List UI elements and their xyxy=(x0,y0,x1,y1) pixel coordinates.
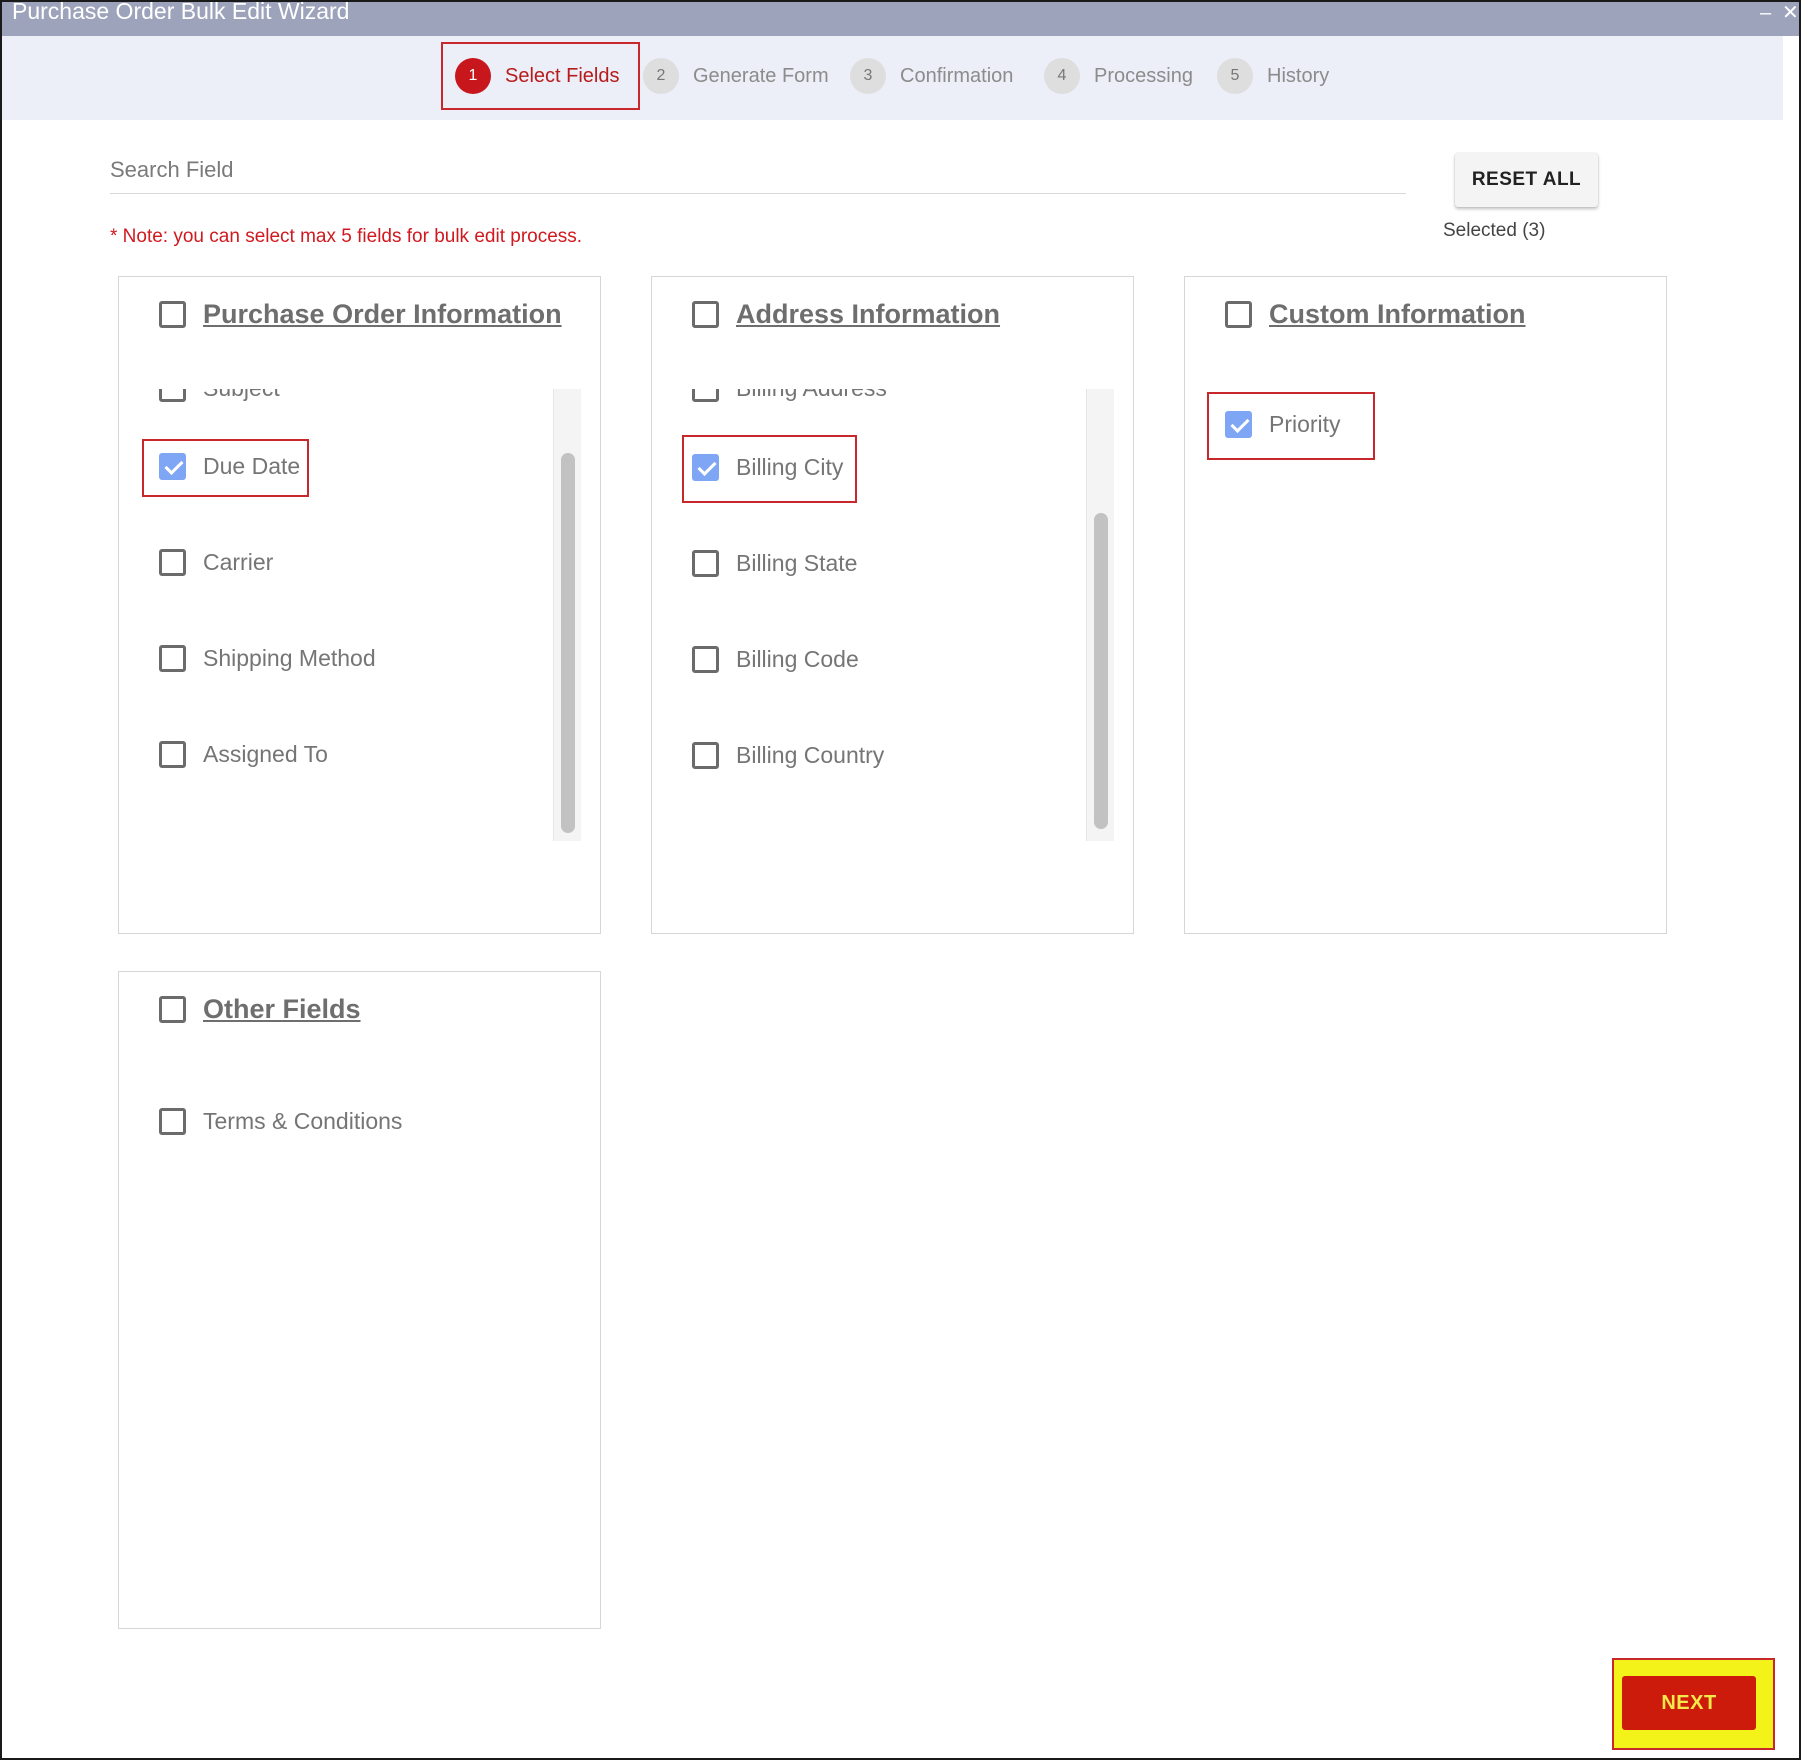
step-label: Processing xyxy=(1094,64,1193,87)
section-title[interactable]: Custom Information xyxy=(1269,299,1526,330)
window-title: Purchase Order Bulk Edit Wizard xyxy=(12,0,350,24)
title-bar: Purchase Order Bulk Edit Wizard – ✕ xyxy=(2,2,1799,36)
field-item-subject[interactable]: Subject xyxy=(159,389,280,402)
field-list: Priority xyxy=(1185,389,1666,841)
section-header: Custom Information xyxy=(1225,299,1526,330)
step-number: 3 xyxy=(850,58,886,94)
field-checkbox[interactable] xyxy=(692,550,719,577)
section-header: Other Fields xyxy=(159,994,361,1025)
section-title[interactable]: Address Information xyxy=(736,299,1000,330)
field-label: Billing Address xyxy=(736,389,887,402)
reset-all-button[interactable]: RESET ALL xyxy=(1455,153,1598,207)
step-history[interactable]: 5 History xyxy=(1217,42,1329,110)
step-processing[interactable]: 4 Processing xyxy=(1044,42,1193,110)
field-checkbox[interactable] xyxy=(159,741,186,768)
step-confirmation[interactable]: 3 Confirmation xyxy=(850,42,1013,110)
field-checkbox[interactable] xyxy=(692,742,719,769)
field-checkbox[interactable] xyxy=(692,389,719,402)
step-number: 1 xyxy=(455,58,491,94)
field-list: Billing Address Billing City Billing Sta… xyxy=(652,389,1133,841)
section-header: Purchase Order Information xyxy=(159,299,562,330)
field-item-billing-city[interactable]: Billing City xyxy=(692,454,843,481)
field-checkbox[interactable] xyxy=(692,646,719,673)
field-label: Priority xyxy=(1269,411,1341,437)
max-fields-note: * Note: you can select max 5 fields for … xyxy=(110,226,583,247)
wizard-stepper: 1 Select Fields 2 Generate Form 3 Confir… xyxy=(2,36,1783,120)
field-item-due-date[interactable]: Due Date xyxy=(159,453,300,480)
field-checkbox[interactable] xyxy=(159,1108,186,1135)
field-item-billing-country[interactable]: Billing Country xyxy=(692,742,884,769)
section-title[interactable]: Purchase Order Information xyxy=(203,299,562,330)
step-label: Select Fields xyxy=(505,64,620,87)
field-label: Terms & Conditions xyxy=(203,1108,403,1134)
section-select-all-checkbox[interactable] xyxy=(159,301,186,328)
field-item-billing-state[interactable]: Billing State xyxy=(692,550,857,577)
step-number: 4 xyxy=(1044,58,1080,94)
field-list: Terms & Conditions xyxy=(119,1084,600,1536)
section-address-information: Address Information Billing Address Bill… xyxy=(651,276,1134,934)
next-button[interactable]: NEXT xyxy=(1622,1676,1756,1730)
field-checkbox[interactable] xyxy=(159,549,186,576)
scrollbar[interactable] xyxy=(553,389,581,841)
section-other-fields: Other Fields Terms & Conditions xyxy=(118,971,601,1629)
field-checkbox[interactable] xyxy=(159,389,186,402)
step-label: Confirmation xyxy=(900,64,1014,87)
step-select-fields[interactable]: 1 Select Fields xyxy=(441,42,640,110)
close-icon[interactable]: ✕ xyxy=(1782,2,1799,24)
field-item-priority[interactable]: Priority xyxy=(1225,411,1341,438)
field-list: Subject Due Date Carrier Shipping Method… xyxy=(119,389,600,841)
field-label: Carrier xyxy=(203,549,274,575)
section-custom-information: Custom Information Priority xyxy=(1184,276,1667,934)
field-label: Billing City xyxy=(736,454,844,480)
step-generate-form[interactable]: 2 Generate Form xyxy=(643,42,829,110)
step-label: History xyxy=(1267,64,1330,87)
selected-count: Selected (3) xyxy=(1443,220,1546,241)
step-number: 2 xyxy=(643,58,679,94)
step-label: Generate Form xyxy=(693,64,829,87)
field-item-billing-code[interactable]: Billing Code xyxy=(692,646,859,673)
section-select-all-checkbox[interactable] xyxy=(692,301,719,328)
field-label: Subject xyxy=(203,389,280,402)
field-checkbox-checked[interactable] xyxy=(692,454,719,481)
field-label: Shipping Method xyxy=(203,645,376,671)
field-item-carrier[interactable]: Carrier xyxy=(159,549,273,576)
scrollbar-thumb[interactable] xyxy=(561,453,575,833)
scrollbar[interactable] xyxy=(1086,389,1114,841)
field-item-billing-address[interactable]: Billing Address xyxy=(692,389,887,402)
section-select-all-checkbox[interactable] xyxy=(159,996,186,1023)
section-header: Address Information xyxy=(692,299,1000,330)
field-item-terms-conditions[interactable]: Terms & Conditions xyxy=(159,1108,402,1135)
field-label: Due Date xyxy=(203,453,301,479)
field-label: Assigned To xyxy=(203,741,328,767)
field-label: Billing State xyxy=(736,550,858,576)
field-checkbox-checked[interactable] xyxy=(1225,411,1252,438)
field-checkbox-checked[interactable] xyxy=(159,453,186,480)
section-select-all-checkbox[interactable] xyxy=(1225,301,1252,328)
wizard-window: Purchase Order Bulk Edit Wizard – ✕ 1 Se… xyxy=(0,0,1801,1760)
field-item-assigned-to[interactable]: Assigned To xyxy=(159,741,328,768)
field-label: Billing Code xyxy=(736,646,859,672)
step-number: 5 xyxy=(1217,58,1253,94)
scrollbar-thumb[interactable] xyxy=(1094,513,1108,829)
minimize-icon[interactable]: – xyxy=(1760,2,1771,24)
section-title[interactable]: Other Fields xyxy=(203,994,361,1025)
search-field-input[interactable] xyxy=(110,146,1406,194)
field-label: Billing Country xyxy=(736,742,885,768)
field-item-shipping-method[interactable]: Shipping Method xyxy=(159,645,376,672)
section-purchase-order-information: Purchase Order Information Subject Due D… xyxy=(118,276,601,934)
field-checkbox[interactable] xyxy=(159,645,186,672)
